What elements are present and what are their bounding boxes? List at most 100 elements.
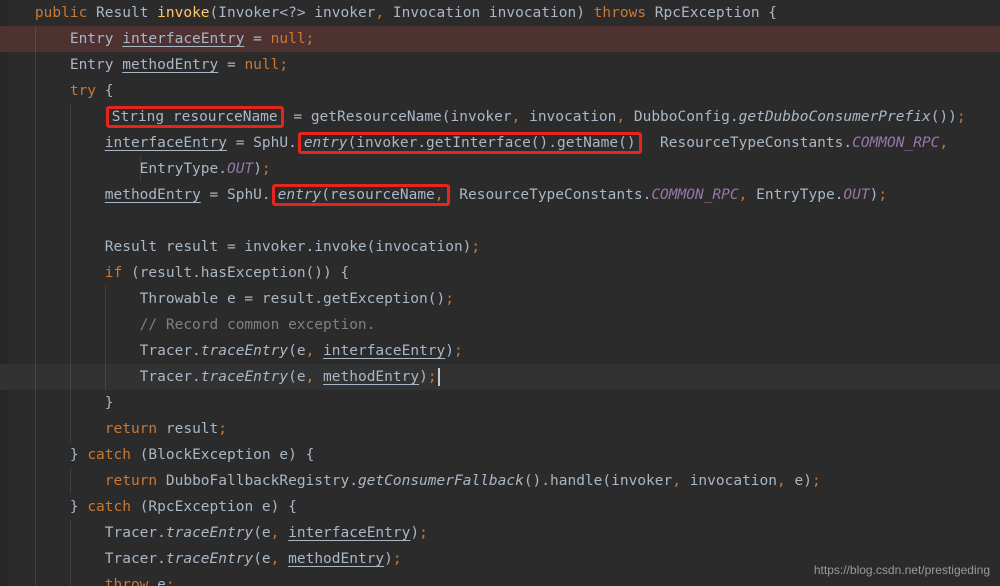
code-token: DubboFallbackRegistry. [157,473,358,489]
code-token: // Record common exception. [0,317,376,333]
code-token: Throwable e = result.getException() [0,291,446,307]
code-line: Entry interfaceEntry = null; [0,26,1000,52]
indent-guide [70,468,71,494]
code-token: throws [593,5,647,21]
code-token: = SphU. [200,187,271,203]
code-token: methodEntry [288,551,385,567]
code-token: (e [253,525,271,541]
code-token: (Invoker<?> invoker [209,5,376,21]
code-token: ().handle(invoker [523,473,673,489]
code-token: ) [253,161,262,177]
code-token: public [34,5,88,21]
code-token: invocation [680,473,777,489]
annotation-box: entry(invoker.getInterface().getName() [297,132,642,154]
code-token: traceEntry [165,525,254,541]
code-token: OUT [226,161,254,177]
watermark: https://blog.csdn.net/prestigeding [813,563,990,577]
annotation-box: String resourceName [105,106,284,128]
code-token: ; [471,239,481,255]
code-token: return [104,421,158,437]
code-token: result [157,421,219,437]
code-token: , [672,473,681,489]
code-token: catch [87,499,131,515]
code-token: invocation [520,109,617,125]
code-token: (BlockException e) { [130,447,315,463]
code-token: , [777,473,786,489]
code-token: ; [811,473,821,489]
indent-guide [35,26,36,586]
indent-guide [70,104,71,442]
code-token: getDubboConsumerPrefix [738,109,931,125]
code-token: = SphU. [226,135,297,151]
code-token: = getResourceName(invoker [284,109,512,125]
code-token: , [434,187,444,203]
code-line: Tracer.traceEntry(e, interfaceEntry); [0,520,1000,546]
code-token: interfaceEntry [323,343,446,359]
code-token: traceEntry [165,551,254,567]
code-token: entry [277,187,322,203]
code-token: interfaceEntry [288,525,411,541]
code-token: throw [104,577,149,586]
code-token: return [104,473,158,489]
code-line: return DubboFallbackRegistry.getConsumer… [0,468,1000,494]
code-token: (e [253,551,271,567]
code-token: entry [303,135,348,151]
code-token: ) [384,551,393,567]
code-token: OUT [843,187,870,203]
code-token: EntryType. [747,187,844,203]
code-token: , [375,5,385,21]
text-caret [437,368,440,386]
code-area[interactable]: public Result invoke(Invoker<?> invoker,… [0,0,1000,586]
code-line: } [0,390,1000,416]
code-line: try { [0,78,1000,104]
code-token: ; [445,291,454,307]
code-token: ) [410,525,420,541]
code-token: ()) [930,109,957,125]
code-token: Result [87,5,158,21]
code-token: methodEntry [104,187,201,203]
code-token: ; [261,161,271,177]
code-token: catch [87,447,131,463]
code-line: EntryType.OUT); [0,156,1000,182]
code-line: if (result.hasException()) { [0,260,1000,286]
code-token: (RpcException e) { [130,499,297,515]
code-token: (invoker.getInterface().getName() [347,135,636,151]
code-token: traceEntry [200,369,289,385]
code-token: String resourceName [111,109,278,125]
code-line: Throwable e = result.getException(); [0,286,1000,312]
code-token: ; [165,577,175,586]
code-token: (result.hasException()) { [122,265,350,281]
code-token: ) [419,369,428,385]
code-editor[interactable]: public Result invoke(Invoker<?> invoker,… [0,0,1000,586]
code-token: } [0,447,88,463]
code-token: Tracer. [0,551,166,567]
code-token: , [305,369,315,385]
code-token: ; [427,369,437,385]
code-token: methodEntry [323,369,420,385]
code-token: (e [288,369,306,385]
code-token: } [0,499,88,515]
code-token: ; [419,525,428,541]
code-token: Tracer. [0,343,201,359]
code-token: ; [956,109,966,125]
code-token: = [218,57,245,73]
code-token: Tracer. [0,369,201,385]
code-token: Entry [0,31,123,47]
code-token: = [244,31,271,47]
code-token: traceEntry [200,343,289,359]
code-token: null; [244,57,289,73]
code-line: } catch (RpcException e) { [0,494,1000,520]
code-line: } catch (BlockException e) { [0,442,1000,468]
indent-guide [105,286,106,390]
code-line: Tracer.traceEntry(e, methodEntry); [0,364,1000,390]
code-token: ; [392,551,402,567]
